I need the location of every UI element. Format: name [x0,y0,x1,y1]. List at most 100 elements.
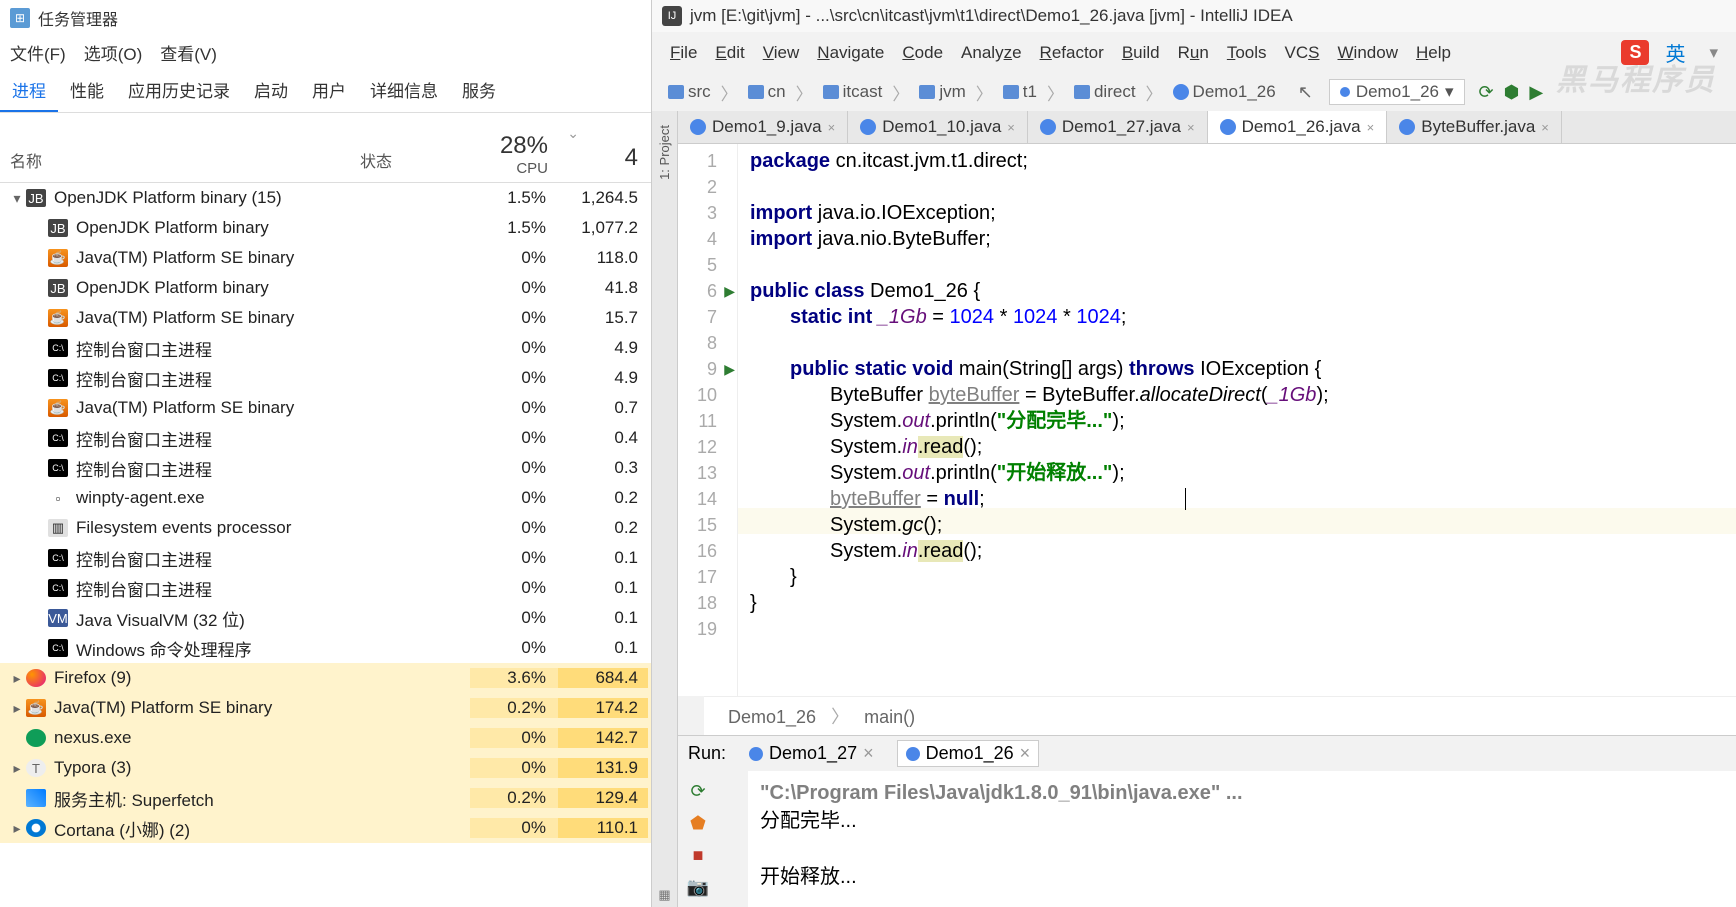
expand-icon[interactable]: ▸ [8,670,26,687]
process-row[interactable]: ▫winpty-agent.exe0%0.2 [0,483,651,513]
editor-tab[interactable]: Demo1_26.java× [1208,111,1388,143]
process-row[interactable]: ▸Cortana (小娜) (2)0%110.1 [0,813,651,843]
menu-analyze[interactable]: Analyze [953,41,1030,65]
menu-file[interactable]: 文件(F) [10,40,66,65]
code-editor[interactable]: package cn.itcast.jvm.t1.direct; import … [738,144,1736,696]
process-cpu: 0% [470,308,558,328]
process-row[interactable]: C:\控制台窗口主进程0%0.1 [0,573,651,603]
structure-tool-button[interactable]: ▦ [654,883,674,907]
breadcrumb-src[interactable]: src [662,80,717,104]
process-mem: 131.9 [558,758,648,778]
process-row[interactable]: ▥Filesystem events processor0%0.2 [0,513,651,543]
context-class[interactable]: Demo1_26 [728,707,816,727]
stop-icon[interactable]: ⬟ [686,811,710,835]
expand-icon[interactable]: ▾ [8,190,26,207]
expand-icon[interactable]: ▸ [8,760,26,777]
menu-options[interactable]: 选项(O) [84,40,143,65]
tab-services[interactable]: 服务 [450,69,508,112]
close-icon[interactable]: × [1187,120,1195,135]
menu-tools[interactable]: Tools [1219,41,1275,65]
col-memory[interactable]: 4 [558,144,648,182]
breadcrumb-direct[interactable]: direct [1068,80,1142,104]
run-icon[interactable]: ⟳ [1479,82,1494,103]
ime-icon[interactable]: S [1621,40,1649,65]
process-row[interactable]: ☕Java(TM) Platform SE binary0%118.0 [0,243,651,273]
process-row[interactable]: ☕Java(TM) Platform SE binary0%0.7 [0,393,651,423]
process-row[interactable]: C:\控制台窗口主进程0%4.9 [0,333,651,363]
breadcrumb-itcast[interactable]: itcast [817,80,889,104]
process-row[interactable]: JBOpenJDK Platform binary1.5%1,077.2 [0,213,651,243]
tab-app-history[interactable]: 应用历史记录 [116,69,242,112]
col-name[interactable]: 名称 [0,148,350,182]
run-tab-demo26[interactable]: Demo1_26 × [897,740,1040,767]
run-tab-demo27[interactable]: Demo1_27 × [741,741,882,766]
close-icon[interactable]: × [1007,120,1015,135]
project-tool-button[interactable]: 1: Project [653,121,676,184]
close-icon[interactable]: × [1020,743,1031,764]
run-gutter-icon[interactable]: ▶ [724,356,735,382]
ime-lang[interactable]: 英 [1657,36,1693,69]
run-config-selector[interactable]: Demo1_26 ▾ [1329,79,1465,105]
close-icon[interactable]: × [1541,120,1549,135]
process-row[interactable]: nexus.exe0%142.7 [0,723,651,753]
process-row[interactable]: ☕Java(TM) Platform SE binary0%15.7 [0,303,651,333]
process-name: Filesystem events processor [76,518,291,538]
process-row[interactable]: ▸☕Java(TM) Platform SE binary0.2%174.2 [0,693,651,723]
close-icon[interactable]: × [828,120,836,135]
menu-help[interactable]: Help [1408,41,1459,65]
back-icon[interactable]: ↖ [1298,82,1313,103]
editor-tab[interactable]: Demo1_10.java× [848,111,1028,143]
menu-run[interactable]: Run [1170,41,1217,65]
menu-edit[interactable]: Edit [707,41,752,65]
tab-details[interactable]: 详细信息 [358,69,450,112]
process-row[interactable]: ▸Firefox (9)3.6%684.4 [0,663,651,693]
run-output[interactable]: "C:\Program Files\Java\jdk1.8.0_91\bin\j… [748,771,1736,907]
process-row[interactable]: ▸TTypora (3)0%131.9 [0,753,651,783]
breadcrumb-t1[interactable]: t1 [997,80,1043,104]
tab-startup[interactable]: 启动 [242,69,300,112]
editor-tab[interactable]: Demo1_27.java× [1028,111,1208,143]
camera-icon[interactable]: 📷 [686,875,710,899]
process-row[interactable]: VMJava VisualVM (32 位)0%0.1 [0,603,651,633]
process-row[interactable]: C:\控制台窗口主进程0%0.3 [0,453,651,483]
process-row[interactable]: 服务主机: Superfetch0.2%129.4 [0,783,651,813]
breadcrumb-cn[interactable]: cn [742,80,792,104]
run-gutter-icon[interactable]: ▶ [724,278,735,304]
run-button-icon[interactable]: ▶ [1529,82,1543,103]
context-method[interactable]: main() [864,707,915,727]
process-row[interactable]: ▾JBOpenJDK Platform binary (15)1.5%1,264… [0,183,651,213]
process-row[interactable]: C:\控制台窗口主进程0%0.1 [0,543,651,573]
chevron-down-icon[interactable]: ▾ [1701,41,1726,65]
process-row[interactable]: C:\Windows 命令处理程序0%0.1 [0,633,651,663]
close-icon[interactable]: × [863,743,874,764]
editor-tab[interactable]: ByteBuffer.java× [1387,111,1562,143]
process-row[interactable]: C:\控制台窗口主进程0%4.9 [0,363,651,393]
col-cpu[interactable]: 28% CPU [470,132,558,182]
menu-window[interactable]: Window [1330,41,1406,65]
menu-file[interactable]: File [662,41,705,65]
process-row[interactable]: JBOpenJDK Platform binary0%41.8 [0,273,651,303]
debug-icon[interactable]: ⬢ [1504,82,1520,103]
menu-view[interactable]: View [755,41,808,65]
process-icon [26,729,46,747]
tab-processes[interactable]: 进程 [0,69,58,112]
menu-view[interactable]: 查看(V) [160,40,217,65]
col-status[interactable]: 状态 [350,148,470,182]
rerun-icon[interactable]: ⟳ [686,779,710,803]
process-row[interactable]: C:\控制台窗口主进程0%0.4 [0,423,651,453]
breadcrumb-jvm[interactable]: jvm [913,80,971,104]
menu-refactor[interactable]: Refactor [1032,41,1112,65]
menu-code[interactable]: Code [894,41,951,65]
editor-tab[interactable]: Demo1_9.java× [678,111,848,143]
menu-vcs[interactable]: VCS [1277,41,1328,65]
process-list[interactable]: ▾JBOpenJDK Platform binary (15)1.5%1,264… [0,183,651,907]
stop-button-icon[interactable]: ■ [686,843,710,867]
tab-performance[interactable]: 性能 [58,69,116,112]
tab-users[interactable]: 用户 [300,69,358,112]
expand-icon[interactable]: ▸ [8,700,26,717]
menu-navigate[interactable]: Navigate [809,41,892,65]
close-icon[interactable]: × [1367,120,1375,135]
expand-icon[interactable]: ▸ [8,820,26,837]
menu-build[interactable]: Build [1114,41,1168,65]
breadcrumb-class[interactable]: Demo1_26 [1167,80,1282,104]
